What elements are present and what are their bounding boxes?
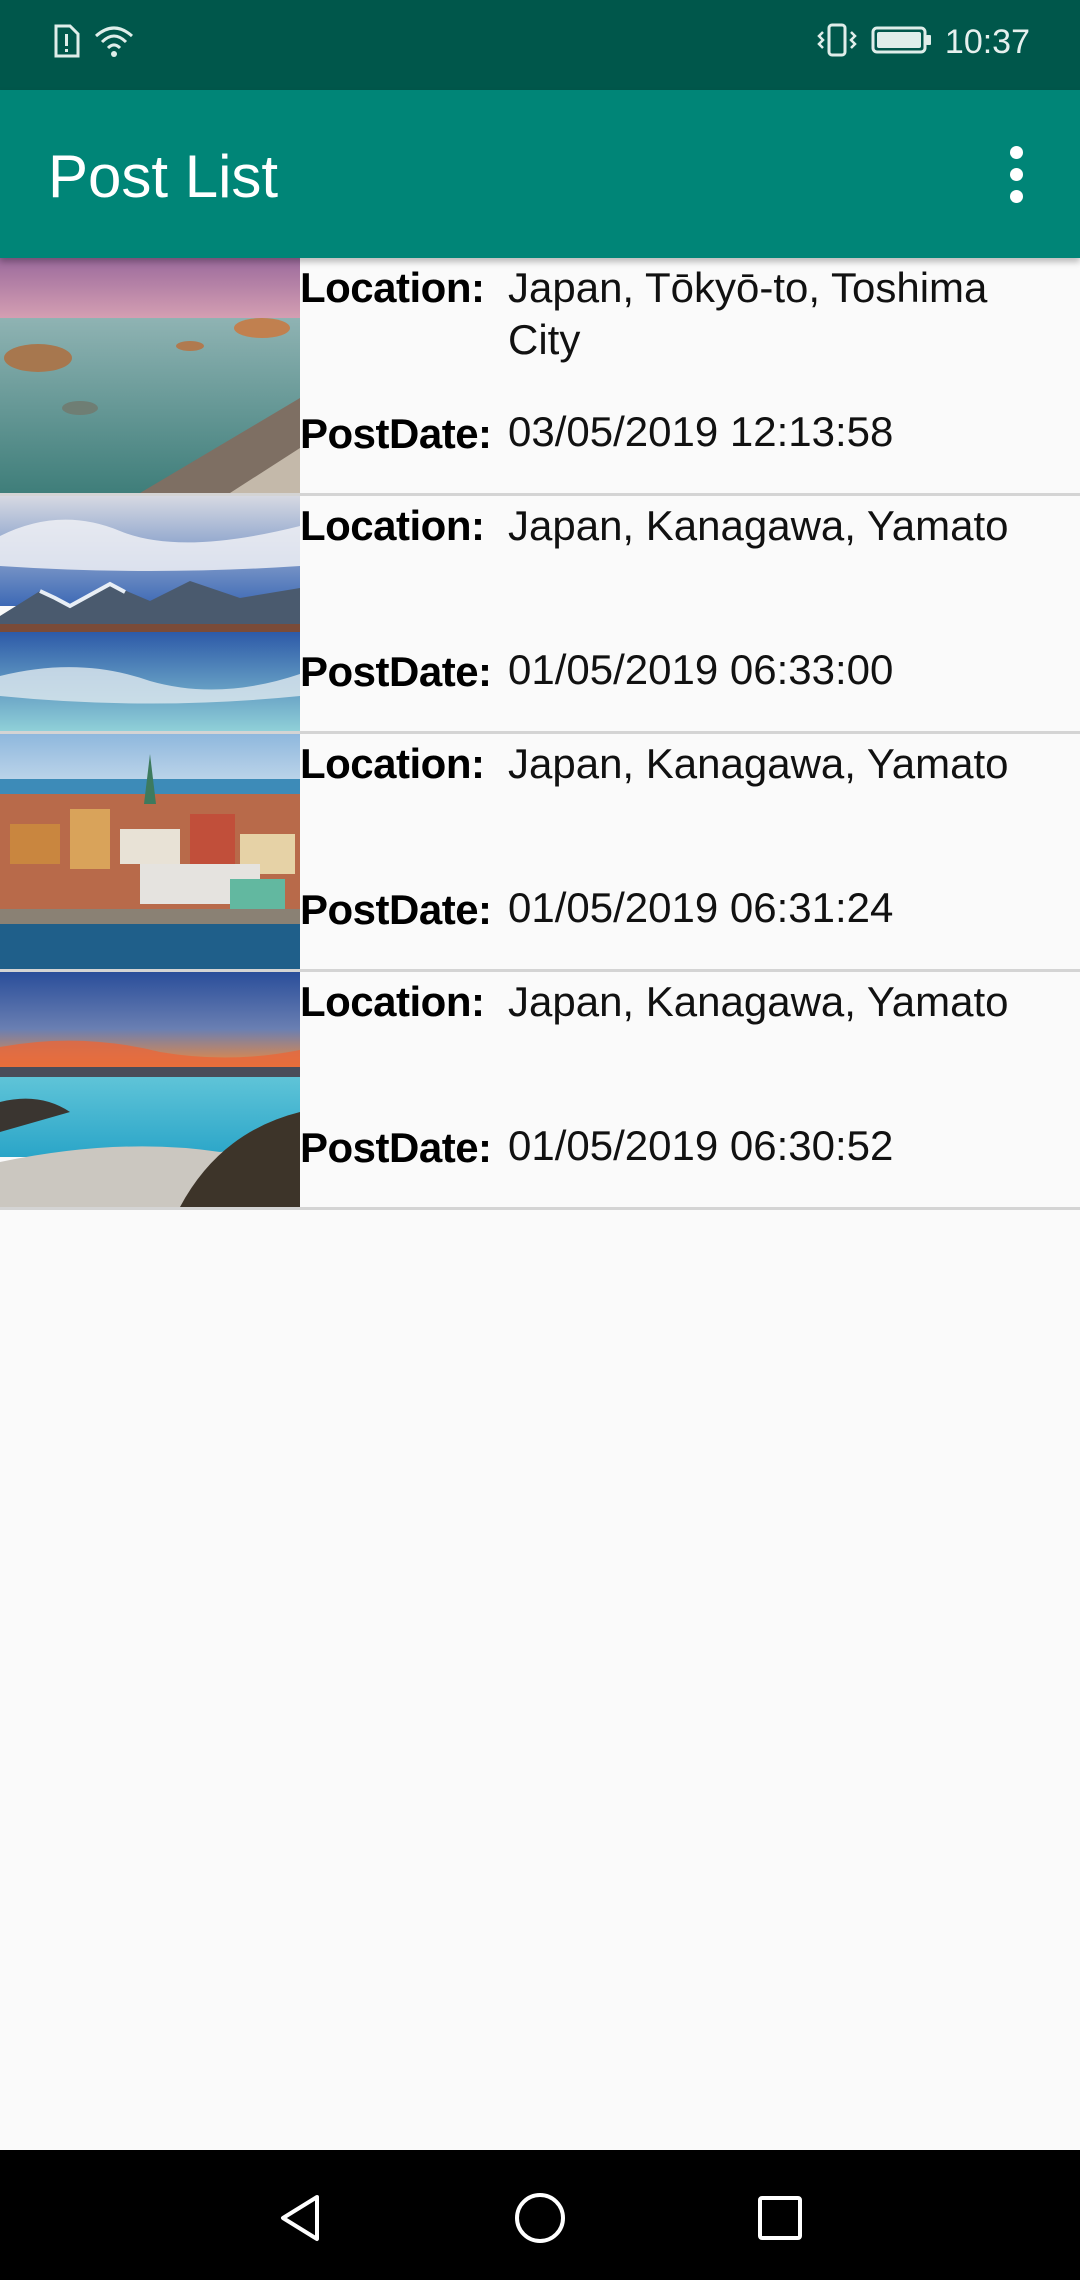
post-list: Location: Japan, Tōkyō-to, Toshima City … [0,258,1080,1210]
app-bar: Post List [0,90,1080,258]
post-date-value: 01/05/2019 06:30:52 [508,1122,894,1169]
location-value: Japan, Kanagawa, Yamato [508,740,1009,787]
location-label: Location: [300,264,485,311]
recents-icon [758,2196,802,2240]
status-bar: 10:37 [0,0,1080,90]
location-label: Location: [300,740,485,787]
post-date-value: 01/05/2019 06:31:24 [508,884,894,931]
post-date-label: PostDate: [300,648,492,695]
navigation-bar [0,2150,1080,2280]
list-item[interactable]: Location: Japan, Kanagawa, Yamato PostDa… [0,734,1080,972]
post-date-value: 01/05/2019 06:33:00 [508,646,894,693]
home-icon [515,2193,565,2243]
post-thumbnail [0,496,300,731]
post-thumbnail [0,258,300,493]
post-date-label: PostDate: [300,886,492,933]
location-label: Location: [300,978,485,1025]
more-vert-icon-dot [1009,167,1023,181]
post-date-label: PostDate: [300,410,492,457]
location-value: Japan, Tōkyō-to, Toshima City [508,264,988,363]
post-date-value: 03/05/2019 12:13:58 [508,408,894,455]
page-title: Post List [48,143,279,210]
more-vert-icon [1009,145,1023,159]
post-thumbnail [0,972,300,1207]
location-value: Japan, Kanagawa, Yamato [508,502,1009,549]
location-value: Japan, Kanagawa, Yamato [508,978,1009,1025]
back-button[interactable] [260,2178,340,2258]
post-thumbnail [0,734,300,969]
list-item[interactable]: Location: Japan, Tōkyō-to, Toshima City … [0,258,1080,496]
back-icon [281,2195,319,2241]
home-button[interactable] [500,2178,580,2258]
sim-alert-icon [52,24,80,63]
more-options-button[interactable] [980,134,1052,214]
vibrate-icon [815,22,859,63]
recents-button[interactable] [740,2178,820,2258]
location-label: Location: [300,502,485,549]
battery-icon [871,25,933,60]
status-left-icons [52,24,134,63]
status-time: 10:37 [944,23,1030,61]
list-item[interactable]: Location: Japan, Kanagawa, Yamato PostDa… [0,972,1080,1210]
post-date-label: PostDate: [300,1124,492,1171]
wifi-icon [94,24,134,63]
more-vert-icon-dot [1009,189,1023,203]
list-item[interactable]: Location: Japan, Kanagawa, Yamato PostDa… [0,496,1080,734]
status-right-icons: 10:37 [815,22,1030,63]
